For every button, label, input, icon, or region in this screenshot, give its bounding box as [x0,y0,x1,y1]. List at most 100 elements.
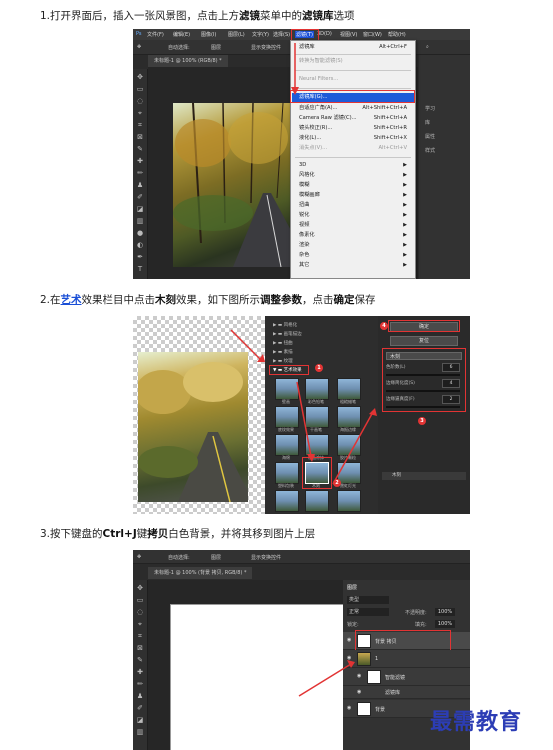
blend-mode-select[interactable]: 正常 [347,608,389,616]
opacity-label: 不透明度: [405,610,427,616]
submenu-other[interactable]: 其它 ▶ [299,262,411,269]
layer-dropdown[interactable]: 图层 [211,44,221,51]
liquify-item[interactable]: 液化(L)... Shift+Ctrl+X [299,135,411,142]
stamp-icon[interactable]: ♟ [136,181,144,189]
type-icon[interactable]: T [136,265,144,273]
lasso-icon[interactable]: ◌ [136,608,144,616]
menu-file[interactable]: 文件(F) [147,31,164,38]
neural-filters-item[interactable]: Neural Filters... [299,76,411,83]
menu-layer[interactable]: 图层(L) [228,31,245,38]
layer-name[interactable]: 智能滤镜 [385,674,405,681]
dodge-icon[interactable]: ◐ [136,241,144,249]
move-tool-icon[interactable]: ✥ [137,554,141,560]
submenu-blur-gallery[interactable]: 模糊画廊 ▶ [299,192,411,199]
crop-icon[interactable]: ⌗ [136,632,144,640]
libraries-panel-tab[interactable]: 库 [425,119,430,126]
menu-view[interactable]: 视图(V) [340,31,357,38]
camera-raw-item[interactable]: Camera Raw 滤镜(C)... Shift+Ctrl+A [299,115,411,122]
forest-road-svg [173,103,303,267]
artistic-link[interactable]: 艺术 [61,294,82,306]
last-filter-item[interactable]: 滤镜库 Alt+Ctrl+F [299,44,411,51]
reset-button[interactable]: 复位 [390,336,458,346]
gradient-icon[interactable]: ▥ [136,728,144,736]
frame-icon[interactable]: ⊠ [136,644,144,652]
eraser-icon[interactable]: ◪ [136,716,144,724]
lens-correction-label: 镜头校正(R)... [299,125,333,131]
submenu-render[interactable]: 渲染 ▶ [299,242,411,249]
liquify-shortcut: Shift+Ctrl+X [373,135,407,141]
submenu-sharpen[interactable]: 锐化 ▶ [299,212,411,219]
show-transform-checkbox[interactable]: 显示变换控件 [251,44,281,51]
stamp-icon[interactable]: ♟ [136,692,144,700]
layer-name[interactable]: 滤镜库 [385,689,400,696]
layer-name[interactable]: 背景 [375,706,385,713]
submenu-video[interactable]: 视频 ▶ [299,222,411,229]
move-icon[interactable]: ✥ [136,73,144,81]
frame-icon[interactable]: ⊠ [136,133,144,141]
menu-window[interactable]: 窗口(W) [363,31,382,38]
submenu-arrow-icon: ▶ [403,202,407,208]
screenshot-filter-menu: Ps 文件(F) 编辑(E) 图像(I) 图层(L) 文字(Y) 选择(S) 滤… [133,29,470,279]
pen-icon[interactable]: ✒ [136,253,144,261]
blur-icon[interactable]: ● [136,229,144,237]
learn-panel-tab[interactable]: 学习 [425,105,435,112]
crop-icon[interactable]: ⌗ [136,121,144,129]
lasso-icon[interactable]: ◌ [136,97,144,105]
menu-type[interactable]: 文字(Y) [252,31,269,38]
document-tab[interactable]: 未标题-1 @ 100% (背景 拷贝, RGB/8) * [148,567,253,579]
opacity-value[interactable]: 100% [435,608,455,616]
submenu-label: 像素化 [299,232,315,238]
menu-edit[interactable]: 编辑(E) [173,31,190,38]
marquee-icon[interactable]: ▭ [136,85,144,93]
eye-icon[interactable]: ◉ [347,637,351,643]
history-brush-icon[interactable]: ✐ [136,193,144,201]
gradient-icon[interactable]: ▥ [136,217,144,225]
submenu-noise[interactable]: 杂色 ▶ [299,252,411,259]
submenu-label: 渲染 [299,242,310,248]
eraser-icon[interactable]: ◪ [136,205,144,213]
menu-help[interactable]: 帮助(H) [388,31,406,38]
show-transform-checkbox[interactable]: 显示变换控件 [251,554,281,561]
effect-layer-row[interactable]: 木刻 [382,472,466,480]
auto-select-label[interactable]: 自动选择: [168,554,190,561]
submenu-stylize[interactable]: 风格化 ▶ [299,172,411,179]
eyedropper-icon[interactable]: ✎ [136,145,144,153]
brush-icon[interactable]: ✏ [136,680,144,688]
healing-icon[interactable]: ✚ [136,668,144,676]
adaptive-wide-angle-item[interactable]: 自适应广角(A)... Alt+Shift+Ctrl+A [299,105,411,112]
lens-correction-item[interactable]: 镜头校正(R)... Shift+Ctrl+R [299,125,411,132]
document-tab[interactable]: 未标题-1 @ 100% (RGB/8) * [148,55,228,67]
step-3-part: 白色背景，并将其移到图片上层 [168,528,316,540]
menu-3d[interactable]: 3D(D) [317,31,332,37]
layer-name[interactable]: 1 [375,656,378,662]
landscape-image[interactable] [173,103,303,267]
select-icon[interactable]: ⌖ [136,620,144,628]
styles-panel-tab[interactable]: 样式 [425,147,435,154]
move-tool-icon[interactable]: ✥ [137,44,141,50]
properties-panel-tab[interactable]: 属性 [425,133,435,140]
layer-kind-filter[interactable]: 类型 [347,596,389,604]
step-1-bold-filter: 滤镜 [239,10,261,22]
submenu-pixelate[interactable]: 像素化 ▶ [299,232,411,239]
select-icon[interactable]: ⌖ [136,109,144,117]
convert-smart-filter-item[interactable]: 转换为智能滤镜(S) [299,58,411,65]
submenu-arrow-icon: ▶ [403,262,407,268]
layers-tab[interactable]: 图层 [347,584,357,591]
menu-image[interactable]: 图像(I) [201,31,216,38]
vanishing-point-item[interactable]: 消失点(V)... Alt+Ctrl+V [299,145,411,152]
submenu-3d[interactable]: 3D ▶ [299,162,411,169]
search-icon[interactable]: ⌕ [426,44,429,50]
layer-dropdown[interactable]: 图层 [211,554,221,561]
submenu-distort[interactable]: 扭曲 ▶ [299,202,411,209]
menu-separator [295,157,411,158]
auto-select-label[interactable]: 自动选择: [168,44,190,51]
brush-icon[interactable]: ✏ [136,169,144,177]
history-brush-icon[interactable]: ✐ [136,704,144,712]
marquee-icon[interactable]: ▭ [136,596,144,604]
move-icon[interactable]: ✥ [136,584,144,592]
step-2-part: 2.在 [40,294,61,306]
submenu-blur[interactable]: 模糊 ▶ [299,182,411,189]
eyedropper-icon[interactable]: ✎ [136,656,144,664]
healing-icon[interactable]: ✚ [136,157,144,165]
fill-value[interactable]: 100% [435,620,455,628]
